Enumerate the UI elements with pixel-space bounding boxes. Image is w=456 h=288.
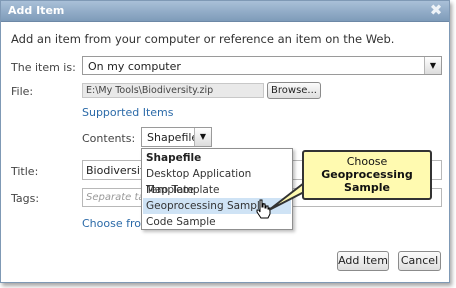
intro-text: Add an item from your computer or refere… — [11, 32, 395, 46]
source-select[interactable]: On my computer ▼ — [82, 56, 442, 75]
close-x-icon[interactable]: ✖ — [428, 2, 444, 18]
supported-items-link[interactable]: Supported Items — [82, 106, 174, 119]
source-label: The item is: — [11, 61, 76, 74]
source-selected-value: On my computer — [88, 60, 181, 73]
callout-line-2: Geoprocessing — [321, 168, 413, 181]
file-path-field[interactable]: E:\My Tools\Biodiversity.zip — [82, 83, 264, 98]
contents-select[interactable]: Shapefile ▼ — [141, 127, 212, 147]
callout-line-1: Choose — [346, 155, 388, 168]
callout-line-3: Sample — [344, 181, 390, 194]
add-item-button[interactable]: Add Item — [337, 251, 389, 271]
file-label: File: — [11, 85, 34, 98]
dialog-title: Add Item — [8, 4, 65, 17]
instruction-callout: Choose Geoprocessing Sample — [302, 150, 432, 200]
chevron-down-icon[interactable]: ▼ — [424, 57, 441, 74]
contents-label: Contents: — [82, 132, 136, 145]
dropdown-option-shapefile[interactable]: Shapefile — [143, 150, 291, 166]
dropdown-option-desktop-template[interactable]: Desktop Application Template — [143, 166, 291, 196]
add-item-dialog: Add Item ✖ Add an item from your compute… — [0, 0, 450, 283]
contents-selected-value: Shapefile — [147, 131, 199, 144]
cancel-button[interactable]: Cancel — [398, 251, 441, 271]
chevron-down-icon[interactable]: ▼ — [194, 128, 211, 146]
dialog-titlebar: Add Item ✖ — [1, 1, 449, 22]
title-label: Title: — [11, 165, 39, 178]
browse-button[interactable]: Browse... — [267, 82, 321, 99]
tags-label: Tags: — [11, 192, 40, 205]
